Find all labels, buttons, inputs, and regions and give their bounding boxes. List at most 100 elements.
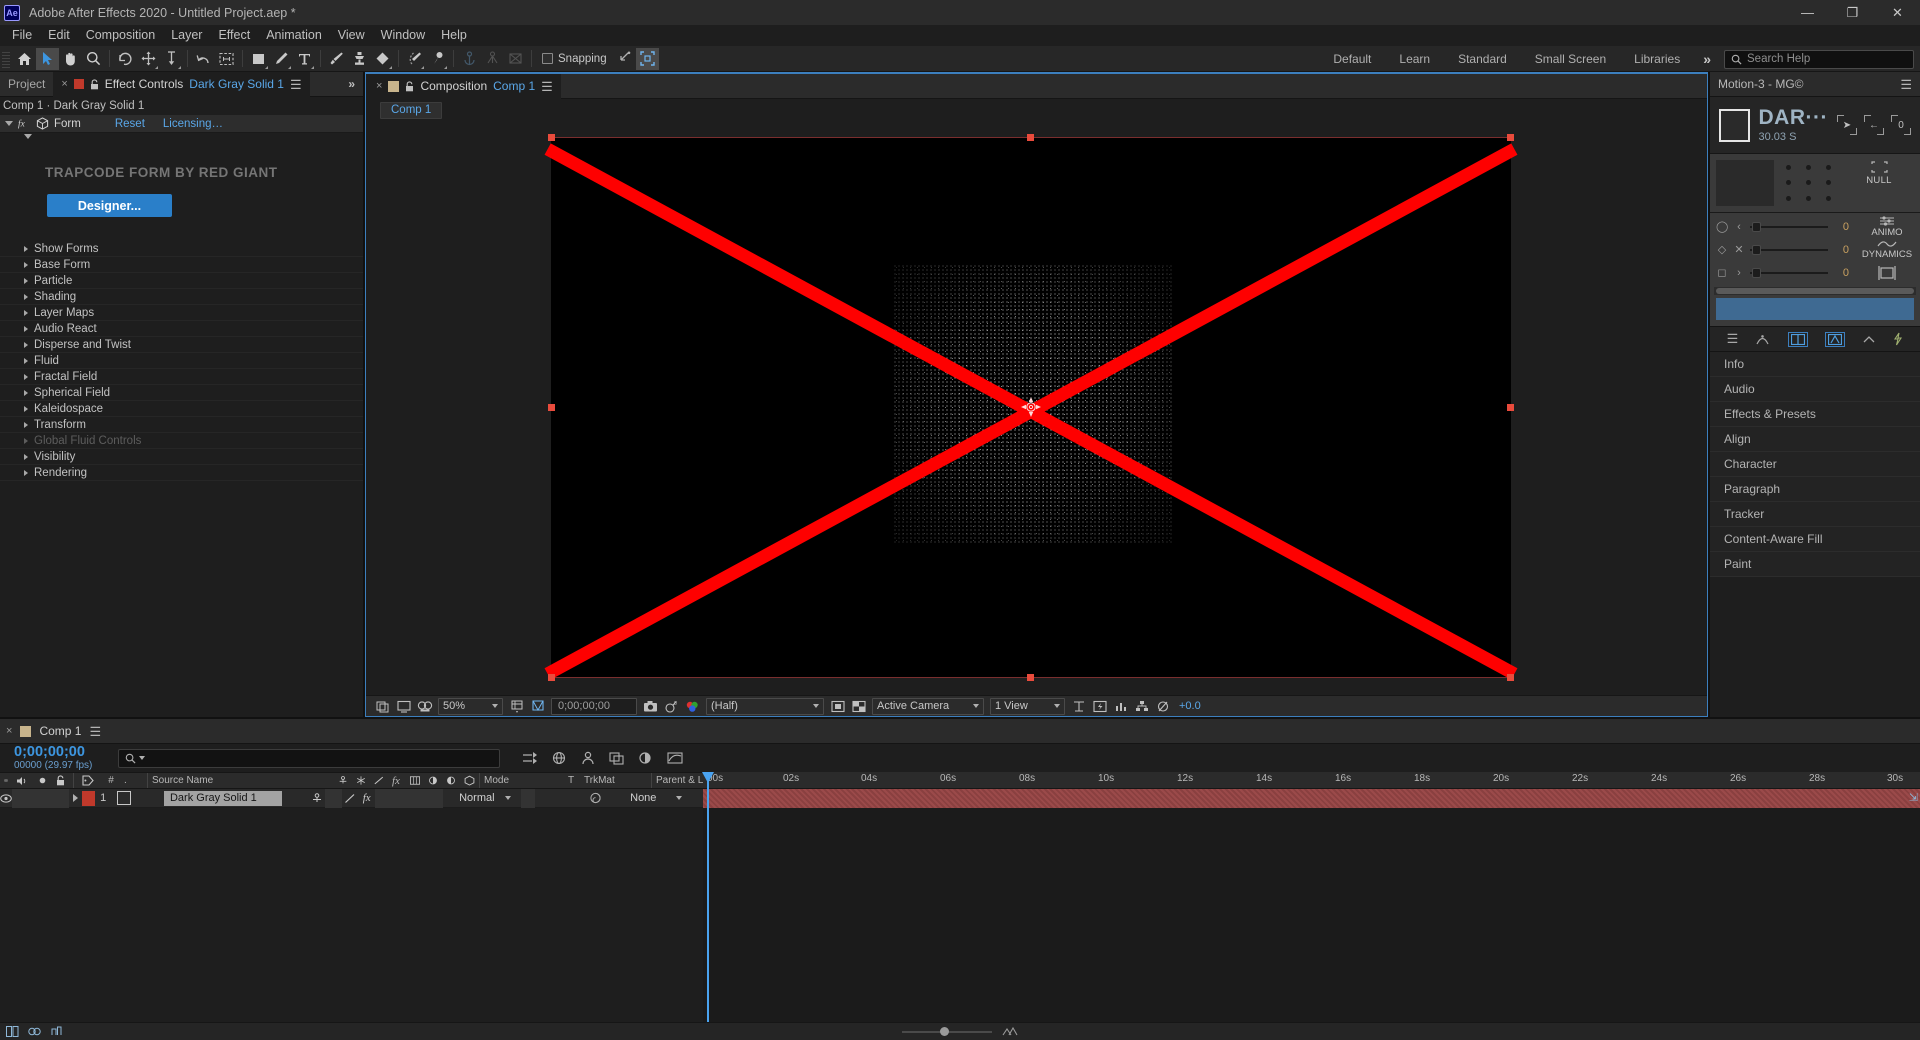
effect-header-row[interactable]: fx Form Reset Licensing… <box>0 115 363 133</box>
panel-tracker[interactable]: Tracker <box>1710 502 1920 527</box>
motion-anchor-grid[interactable] <box>1779 160 1838 206</box>
split-view-icon[interactable] <box>1787 331 1808 347</box>
anchor-dot[interactable] <box>1805 165 1811 171</box>
toolbar-grip[interactable] <box>2 49 10 68</box>
fast-previews-icon[interactable] <box>1089 697 1110 716</box>
motion-blur-icon[interactable] <box>638 751 654 765</box>
chevron-right-icon[interactable] <box>24 309 28 316</box>
panel-info[interactable]: Info <box>1710 352 1920 377</box>
triangle-view-icon[interactable] <box>1824 331 1845 347</box>
effect-subgroup-disclosure[interactable] <box>0 133 363 159</box>
layer-parent-switch[interactable] <box>309 789 326 808</box>
col-sort-icon[interactable]: . <box>120 773 148 788</box>
close-button[interactable]: ✕ <box>1875 0 1920 25</box>
anchor-dot[interactable] <box>1785 195 1791 201</box>
layer-adjustment-toggle[interactable] <box>408 788 425 808</box>
current-time-display[interactable]: 0;00;00;00 00000 (29.97 fps) <box>0 744 110 771</box>
chevron-right-icon[interactable] <box>24 277 28 284</box>
clone-stamp-tool[interactable] <box>348 48 371 70</box>
timeline-search-input[interactable] <box>118 748 500 768</box>
motion-blur-footer-icon[interactable] <box>50 1026 63 1037</box>
col-t[interactable]: T <box>564 773 580 788</box>
layer-quality-toggle[interactable] <box>342 789 359 808</box>
param-show-forms[interactable]: Show Forms <box>0 241 363 257</box>
lightning-icon[interactable] <box>1893 332 1903 346</box>
tab-composition[interactable]: × Composition Comp 1 ☰ <box>366 73 561 99</box>
chevron-down-icon[interactable] <box>24 134 32 156</box>
selection-handle-mid-left[interactable] <box>548 404 555 411</box>
layer-mode-select[interactable]: Normal <box>443 789 520 808</box>
resolution-select[interactable]: (Half) <box>706 697 824 715</box>
composition-mini-flowchart-icon[interactable] <box>522 751 538 765</box>
region-of-interest-icon[interactable] <box>215 48 238 70</box>
comp-canvas[interactable] <box>544 137 1518 680</box>
layer-parent-select[interactable]: None <box>602 789 703 808</box>
param-shading[interactable]: Shading <box>0 289 363 305</box>
panel-effects-presets[interactable]: Effects & Presets <box>1710 402 1920 427</box>
transparency-grid-icon[interactable] <box>848 697 869 716</box>
zoom-out-icon[interactable] <box>1002 1027 1018 1036</box>
position-slider[interactable] <box>1750 221 1828 232</box>
layer-audio-toggle[interactable] <box>12 788 33 808</box>
pixel-aspect-icon[interactable] <box>414 697 435 716</box>
fit-to-comp-icon[interactable] <box>635 47 659 70</box>
camera-pan-icon[interactable] <box>504 48 527 70</box>
rotation-value[interactable]: 0 <box>1833 267 1849 279</box>
toggle-switches-modes-icon[interactable] <box>6 1026 19 1037</box>
selection-tool[interactable] <box>36 47 59 70</box>
pen-tool[interactable] <box>270 48 293 70</box>
col-number[interactable]: # <box>102 773 120 788</box>
anchor-dot[interactable] <box>1805 195 1811 201</box>
selection-handle-top-left[interactable] <box>548 134 555 141</box>
panel-content-aware-fill[interactable]: Content-Aware Fill <box>1710 527 1920 552</box>
workspace-libraries[interactable]: Libraries <box>1620 46 1694 72</box>
anchor-dot[interactable] <box>1825 180 1831 186</box>
circle-icon[interactable]: ◯ <box>1716 220 1728 233</box>
col-mode[interactable]: Mode <box>480 773 564 788</box>
anchor-dot[interactable] <box>1785 180 1791 186</box>
comp-flowchart-tab[interactable]: Comp 1 <box>380 101 443 119</box>
timeline-extend-icon[interactable]: ⇲ <box>1909 791 1918 804</box>
draft-3d-icon[interactable] <box>551 751 567 765</box>
param-spherical-field[interactable]: Spherical Field <box>0 385 363 401</box>
scrollbar-thumb[interactable] <box>1716 288 1914 294</box>
col-lock-icon[interactable] <box>52 773 74 788</box>
transform-box-button[interactable] <box>1854 265 1920 281</box>
comp-flowchart-icon[interactable] <box>1131 697 1152 716</box>
eraser-tool[interactable] <box>371 48 394 70</box>
menu-composition[interactable]: Composition <box>78 25 163 46</box>
col-trkmat[interactable]: TrkMat <box>580 773 652 788</box>
view-layout-select[interactable]: 1 View <box>990 697 1065 715</box>
chevron-right-icon[interactable] <box>24 421 28 428</box>
frame-blending-icon[interactable] <box>609 751 625 765</box>
panel-menu-icon[interactable]: ☰ <box>290 78 302 91</box>
layer-duration-bar[interactable] <box>703 789 1920 808</box>
chevron-right-icon[interactable] <box>24 469 28 476</box>
selection-handle-bottom-right[interactable] <box>1507 674 1514 681</box>
channel-rgb-icon[interactable] <box>682 697 703 716</box>
timeline-zoom-slider[interactable] <box>902 1026 992 1036</box>
hand-tool[interactable] <box>59 48 82 70</box>
panel-character[interactable]: Character <box>1710 452 1920 477</box>
col-video-icon[interactable] <box>0 773 12 788</box>
zoom-level-select[interactable]: 50% <box>438 697 503 715</box>
graph-editor-icon[interactable] <box>667 751 683 765</box>
list-menu-icon[interactable]: ☰ <box>1727 331 1739 347</box>
menu-file[interactable]: File <box>4 25 40 46</box>
chevron-right-icon[interactable]: › <box>1733 267 1745 279</box>
layer-trkmat-cell[interactable] <box>535 789 601 808</box>
workspace-standard[interactable]: Standard <box>1444 46 1521 72</box>
snap-arrow-icon[interactable] <box>613 48 636 70</box>
scale-value[interactable]: 0 <box>1833 244 1849 256</box>
tab-close-icon[interactable]: × <box>376 80 382 92</box>
layer-video-toggle[interactable] <box>0 789 12 808</box>
chevron-right-icon[interactable] <box>24 405 28 412</box>
composition-viewport[interactable] <box>366 121 1707 695</box>
arch-icon[interactable] <box>1755 333 1770 345</box>
anchor-point-icon[interactable] <box>1019 395 1043 419</box>
region-mask-icon[interactable] <box>827 697 848 716</box>
layer-solo-toggle[interactable] <box>32 788 49 808</box>
effect-reset-link[interactable]: Reset <box>115 118 145 130</box>
selection-handle-bottom-left[interactable] <box>548 674 555 681</box>
param-base-form[interactable]: Base Form <box>0 257 363 273</box>
